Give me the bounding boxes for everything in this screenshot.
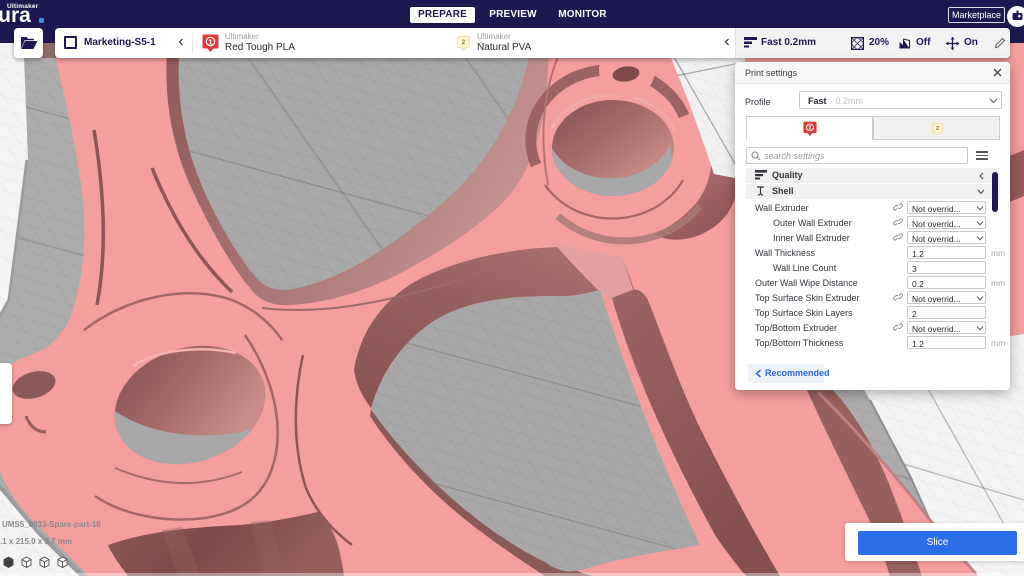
svg-text:1: 1 [208,37,212,46]
svg-text:2: 2 [462,39,466,46]
svg-text:2: 2 [936,126,939,132]
svg-text:1: 1 [808,125,812,132]
